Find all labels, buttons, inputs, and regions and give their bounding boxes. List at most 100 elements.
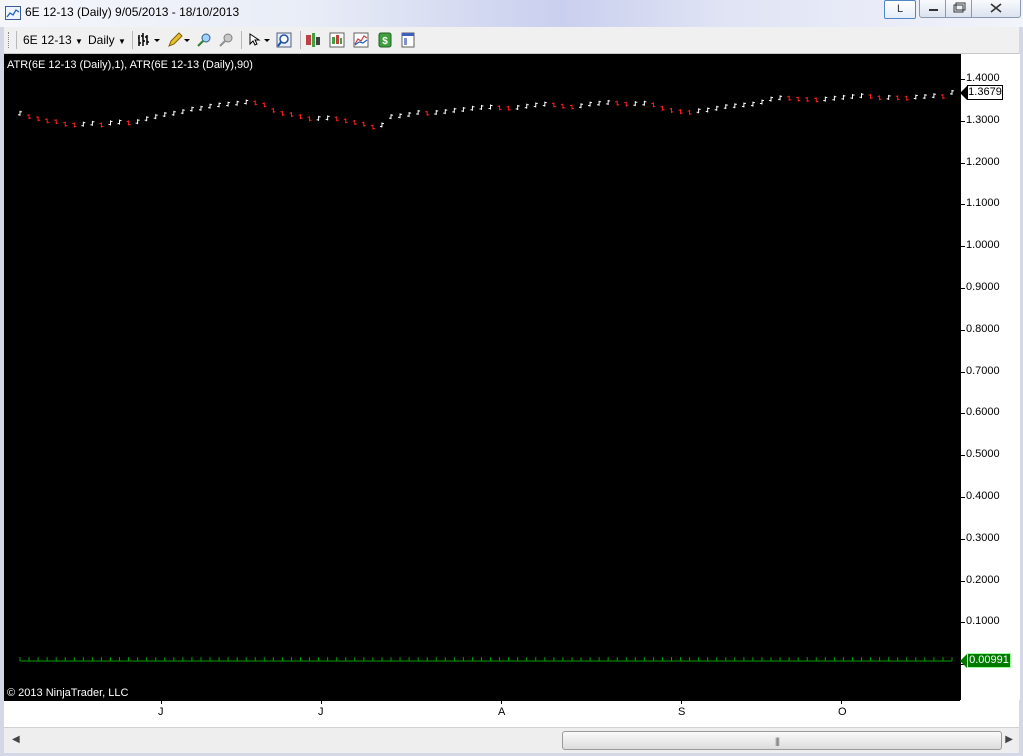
scroll-left-icon[interactable]: ◀ — [12, 734, 20, 745]
y-tick-label: 0.3000 — [966, 531, 1000, 544]
y-tick — [961, 455, 965, 457]
interval-selector[interactable]: Daily ▼ — [88, 33, 126, 47]
magnifier-button[interactable] — [276, 32, 292, 48]
minimize-button[interactable] — [919, 0, 947, 18]
y-tick — [961, 288, 965, 289]
price-bar — [425, 110, 430, 116]
price-bar — [524, 103, 529, 109]
price-bar — [388, 114, 393, 120]
price-bar — [126, 120, 131, 126]
price-bar — [217, 102, 222, 108]
close-button[interactable] — [971, 0, 1021, 18]
price-bar — [90, 120, 95, 126]
price-bar — [542, 101, 547, 107]
properties-icon — [401, 32, 415, 48]
price-axis[interactable] — [960, 54, 1020, 700]
window-title: 6E 12-13 (Daily) 9/05/2013 - 18/10/2013 — [25, 5, 240, 19]
restore-button[interactable] — [945, 0, 973, 18]
price-bar — [325, 115, 330, 121]
toolbar-grip[interactable] — [8, 32, 11, 48]
price-bar — [271, 107, 276, 113]
price-bar — [452, 107, 457, 113]
price-bar — [823, 96, 828, 102]
interval-label: Daily — [88, 33, 115, 47]
price-bar — [189, 106, 194, 112]
price-bar — [769, 96, 774, 102]
link-button[interactable]: L — [884, 0, 916, 19]
y-tick-label: 0.5000 — [966, 448, 1000, 461]
chart-app-icon — [5, 6, 21, 20]
price-bar — [289, 112, 294, 118]
price-bar — [153, 114, 158, 120]
zoom-in-button[interactable] — [196, 32, 212, 48]
atr-marker-arrow — [960, 654, 967, 668]
bar-type-icon — [138, 33, 160, 46]
price-bar — [262, 102, 267, 108]
price-bar — [669, 107, 674, 113]
indicators-button[interactable] — [353, 32, 369, 48]
price-bar — [162, 112, 167, 118]
y-tick-label: 0.1000 — [966, 615, 1000, 628]
price-bar — [461, 107, 466, 113]
data-box-button[interactable] — [305, 32, 321, 48]
price-bar — [27, 114, 32, 120]
restore-icon — [953, 2, 966, 13]
copyright-text: © 2013 NinjaTrader, LLC — [7, 687, 129, 699]
price-bar — [787, 95, 792, 101]
properties-button[interactable] — [400, 32, 416, 48]
price-bar — [307, 116, 312, 122]
x-tick — [681, 700, 682, 704]
price-bar — [208, 103, 213, 109]
close-icon — [990, 3, 1002, 13]
price-bar — [759, 99, 764, 105]
price-bar — [624, 101, 629, 107]
price-bar — [18, 110, 22, 116]
horizontal-scrollbar[interactable]: ◀ ||| ▶ — [4, 727, 1019, 753]
price-bar — [488, 104, 493, 110]
price-bar — [434, 109, 439, 115]
price-bar — [407, 112, 412, 118]
price-bar — [171, 110, 176, 116]
strategies-button[interactable]: $ — [377, 32, 393, 48]
cursor-button[interactable] — [247, 32, 271, 48]
chart-style-button[interactable] — [329, 32, 345, 48]
price-bar — [832, 95, 837, 101]
time-axis[interactable] — [4, 700, 960, 727]
price-bar — [54, 119, 59, 125]
price-bar — [895, 95, 900, 101]
chart-panel[interactable] — [4, 54, 960, 700]
price-bar — [551, 102, 556, 108]
chevron-down-icon: ▼ — [75, 37, 83, 46]
price-bar — [533, 102, 538, 108]
title-bar[interactable]: 6E 12-13 (Daily) 9/05/2013 - 18/10/2013 … — [0, 0, 1023, 27]
x-tick-label: J — [158, 706, 164, 718]
scroll-right-icon[interactable]: ▶ — [1005, 734, 1013, 745]
last-price-marker: 1.3679 — [967, 85, 1003, 100]
price-bar — [72, 122, 77, 128]
price-bar — [696, 108, 701, 114]
cursor-icon — [249, 33, 270, 46]
y-tick — [961, 79, 965, 80]
bar-type-button[interactable] — [137, 32, 161, 48]
y-tick-label: 0.9000 — [966, 281, 1000, 293]
zoom-out-button[interactable] — [218, 32, 234, 48]
price-bar — [868, 94, 873, 100]
instrument-selector[interactable]: 6E 12-13 ▼ — [23, 33, 83, 47]
toolbar-separator — [300, 31, 301, 49]
x-tick — [161, 700, 162, 704]
scrollbar-thumb[interactable]: ||| — [562, 731, 1002, 750]
y-tick — [961, 204, 965, 206]
price-bar — [615, 100, 620, 106]
price-bar — [569, 104, 574, 110]
y-tick-label: 0.7000 — [966, 364, 1000, 377]
x-tick-label: S — [678, 706, 686, 718]
y-tick — [961, 246, 965, 248]
price-bar — [99, 122, 104, 128]
y-tick — [961, 538, 965, 540]
price-bar — [850, 94, 855, 100]
price-bar — [579, 103, 584, 109]
drawing-tool-button[interactable] — [167, 32, 191, 48]
price-bar — [334, 116, 339, 122]
price-bar — [316, 115, 321, 121]
price-bar — [180, 109, 185, 115]
